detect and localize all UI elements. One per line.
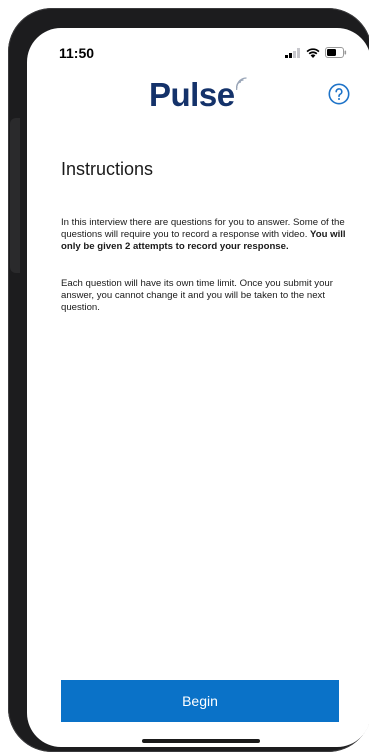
- begin-button[interactable]: Begin: [61, 680, 339, 722]
- signal-waves-icon: [235, 77, 247, 90]
- side-button: [10, 118, 20, 273]
- page-title: Instructions: [61, 159, 154, 179]
- phone-frame: 11:50 Pulse Instructions In this intervi…: [8, 8, 369, 752]
- wifi-icon: [306, 47, 320, 58]
- app-screen: 11:50 Pulse Instructions In this intervi…: [27, 28, 369, 747]
- logo-text: Pulse: [149, 76, 235, 113]
- battery-icon: [325, 47, 347, 58]
- status-icons: [285, 47, 347, 58]
- instructions-text: In this interview there are questions fo…: [61, 217, 345, 240]
- status-bar: 11:50: [27, 28, 369, 72]
- instructions-paragraph-1: In this interview there are questions fo…: [61, 217, 353, 252]
- app-header: Pulse: [27, 76, 369, 116]
- instructions-paragraph-2: Each question will have its own time lim…: [61, 278, 333, 313]
- question-circle-icon[interactable]: [328, 83, 350, 105]
- pulse-logo: Pulse: [149, 76, 248, 114]
- status-time: 11:50: [59, 45, 95, 61]
- cellular-signal-icon: [285, 47, 300, 58]
- home-indicator[interactable]: [142, 739, 260, 743]
